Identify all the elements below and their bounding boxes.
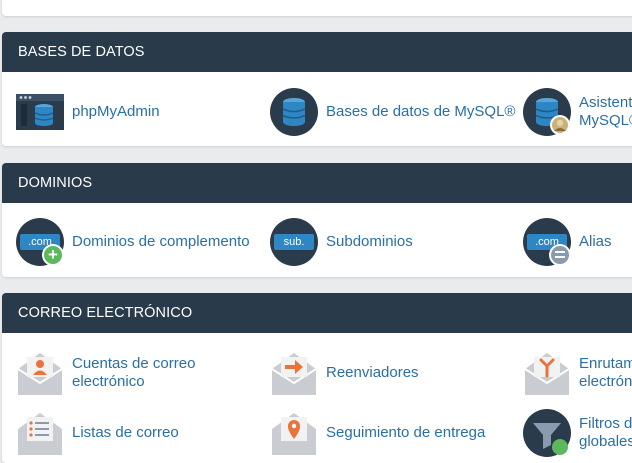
email-accounts-label: Cuentas de correo electrónico — [72, 355, 196, 390]
mailing-lists-icon — [16, 409, 64, 457]
mysql-wizard-link[interactable]: Asistente de MySQL® — [523, 88, 632, 136]
subdomains-link[interactable]: sub. Subdominios — [270, 218, 413, 266]
global-filters-label: Filtros de correo globales — [579, 415, 632, 450]
mysql-database-icon — [270, 88, 318, 136]
alias-icon: .com — [523, 218, 571, 266]
phpmyadmin-label: phpMyAdmin — [72, 103, 160, 120]
addon-domain-icon: .com + — [16, 218, 64, 266]
mysql-wizard-label: Asistente de MySQL® — [579, 94, 632, 129]
email-panel: CORREO ELECTRÓNICO Cuentas de correo ele… — [2, 293, 632, 463]
forwarders-link[interactable]: Reenviadores — [270, 349, 419, 397]
aliases-link[interactable]: .com Alias — [523, 218, 612, 266]
track-delivery-icon — [270, 409, 318, 457]
databases-panel: BASES DE DATOS phpMyAdmin Bases de datos… — [2, 32, 632, 146]
email-routing-label: Enrutamiento de correo electrónico — [579, 355, 632, 390]
aliases-label: Alias — [579, 233, 612, 250]
global-filters-icon — [523, 409, 571, 457]
addon-domains-label: Dominios de complemento — [72, 233, 250, 250]
track-delivery-link[interactable]: Seguimiento de entrega — [270, 409, 485, 457]
mysql-databases-label: Bases de datos de MySQL® — [326, 103, 516, 120]
track-delivery-label: Seguimiento de entrega — [326, 424, 486, 441]
forwarders-label: Reenviadores — [326, 364, 419, 381]
mailing-lists-link[interactable]: Listas de correo — [16, 409, 179, 457]
email-routing-link[interactable]: Enrutamiento de correo electrónico — [523, 349, 632, 397]
equals-icon — [551, 246, 569, 264]
subdomains-label: Subdominios — [326, 233, 413, 250]
domains-panel: DOMINIOS .com + Dominios de complemento … — [2, 163, 632, 277]
phpmyadmin-link[interactable]: phpMyAdmin — [16, 88, 160, 136]
databases-panel-title: BASES DE DATOS — [2, 32, 632, 72]
subdomain-badge-text: sub. — [274, 234, 314, 250]
email-accounts-link[interactable]: Cuentas de correo electrónico — [16, 349, 195, 397]
domains-panel-title: DOMINIOS — [2, 163, 632, 203]
phpmyadmin-icon — [16, 88, 64, 136]
addon-domains-link[interactable]: .com + Dominios de complemento — [16, 218, 250, 266]
email-panel-title: CORREO ELECTRÓNICO — [2, 293, 632, 333]
email-accounts-icon — [16, 349, 64, 397]
plus-icon: + — [44, 246, 62, 264]
email-routing-icon — [523, 349, 571, 397]
mysql-databases-link[interactable]: Bases de datos de MySQL® — [270, 88, 516, 136]
mysql-wizard-icon — [523, 88, 571, 136]
subdomain-icon: sub. — [270, 218, 318, 266]
mailing-lists-label: Listas de correo — [72, 424, 179, 441]
forwarders-icon — [270, 349, 318, 397]
global-filters-link[interactable]: Filtros de correo globales — [523, 409, 632, 457]
previous-panel — [2, 0, 632, 16]
